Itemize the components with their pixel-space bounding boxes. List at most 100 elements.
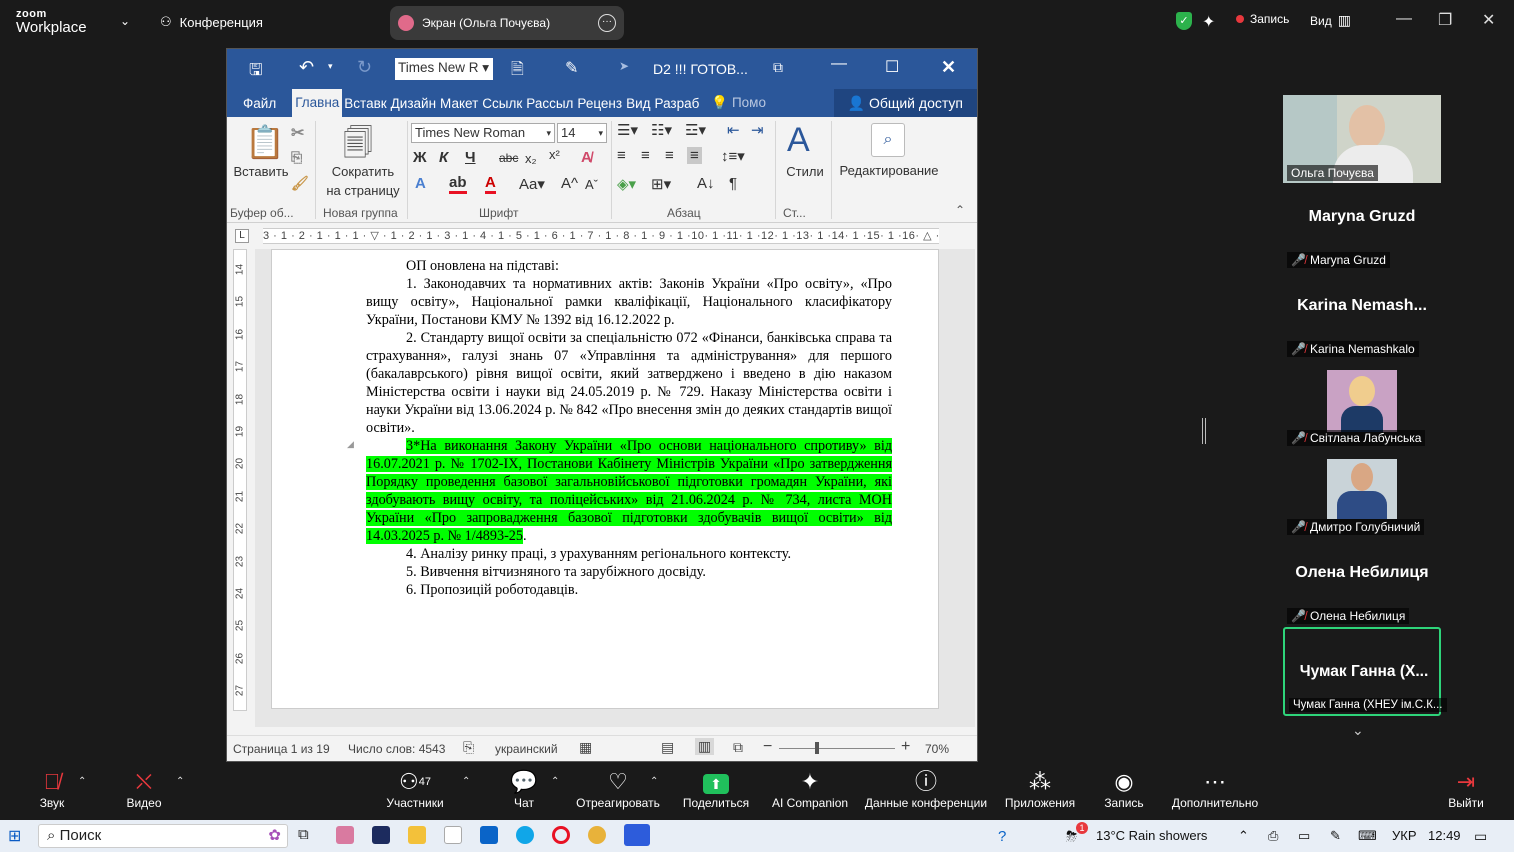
font-color-icon[interactable]: A — [485, 175, 496, 194]
increase-indent-icon[interactable]: ⇥ — [751, 121, 764, 139]
terminal-icon[interactable] — [372, 826, 390, 844]
share-button[interactable]: 👤 Общий доступ — [833, 89, 977, 117]
audio-button[interactable]: 🎙̸ Звук — [36, 768, 68, 810]
copy-icon[interactable]: ⎘ — [291, 149, 302, 166]
copilot-icon[interactable] — [336, 826, 354, 844]
video-options-icon[interactable]: ⌃ — [176, 776, 184, 787]
line-spacing-icon[interactable]: ↕≡▾ — [721, 147, 745, 165]
align-center-icon[interactable]: ≡ — [641, 147, 650, 164]
search-icon[interactable]: ⌕ — [871, 123, 905, 157]
paste-button[interactable]: Вставить — [231, 164, 291, 179]
language[interactable]: украинский — [495, 742, 558, 756]
change-case-icon[interactable]: Aa▾ — [519, 175, 545, 193]
editing-button[interactable]: Редактирование — [833, 163, 945, 178]
clear-format-icon[interactable]: A̸ — [581, 149, 592, 166]
bold-icon[interactable]: Ж — [413, 149, 427, 166]
horizontal-ruler[interactable]: 3 · 1 · 2 · 1 · 1 · 1 · ▽ · 1 · 2 · 1 · … — [263, 228, 939, 244]
tab-help[interactable]: 💡 Помо — [701, 95, 768, 111]
shrink-font-icon[interactable]: Aˇ — [585, 177, 598, 192]
tray-expand-icon[interactable]: ⌃ — [1238, 828, 1249, 844]
sort-icon[interactable]: A↓ — [697, 175, 715, 192]
bullets-icon[interactable]: ☰▾ — [617, 121, 638, 139]
paste-icon[interactable]: 📋 — [245, 123, 285, 161]
leave-button[interactable]: ⇥ Выйти — [1448, 768, 1484, 810]
multilevel-icon[interactable]: ☲▾ — [685, 121, 706, 139]
font-family-select[interactable]: Times New Roman ▾ — [411, 123, 555, 143]
zoom-in-icon[interactable]: + — [901, 738, 910, 756]
record-indicator[interactable]: Запись — [1236, 12, 1289, 26]
numbering-icon[interactable]: ☷▾ — [651, 121, 672, 139]
sparkle-icon[interactable]: ✦ — [1202, 12, 1215, 32]
tab-file[interactable]: Файл — [227, 96, 292, 111]
shrink-button[interactable]: Сократить — [319, 164, 407, 179]
styles-icon[interactable]: A — [787, 121, 810, 160]
opera-icon[interactable] — [552, 826, 570, 844]
record-button[interactable]: ◉ Запись — [1104, 768, 1144, 810]
accessibility-icon[interactable]: ▦ — [579, 739, 592, 756]
security-icon[interactable]: ✓ — [1176, 12, 1192, 30]
share-screen-button[interactable]: ⬆ Поделиться — [682, 768, 750, 810]
meeting-info-button[interactable]: ⓘ Данные конференции — [864, 768, 988, 810]
pilcrow-icon[interactable]: ¶ — [729, 175, 737, 192]
task-view-icon[interactable]: ⧉ — [298, 826, 316, 844]
skype-icon[interactable] — [516, 826, 534, 844]
vertical-ruler[interactable]: 14 15 16 17 18 19 20 21 22 23 24 25 26 27 — [233, 249, 247, 711]
chrome-icon[interactable] — [588, 826, 606, 844]
restore-icon[interactable]: ❐ — [1438, 10, 1452, 30]
shading-icon[interactable]: ◈▾ — [617, 175, 636, 193]
align-left-icon[interactable]: ≡ — [617, 147, 626, 164]
participant-tile[interactable]: 🎤̸ Світлана Лабунська — [1283, 362, 1441, 448]
borders-icon[interactable]: ⊞▾ — [651, 175, 671, 193]
keyboard-icon[interactable]: ⌨ — [1358, 828, 1377, 844]
redo-icon[interactable]: ↻ — [357, 57, 372, 78]
subscript-icon[interactable]: x₂ — [525, 151, 537, 166]
battery-icon[interactable]: ▭ — [1298, 828, 1310, 844]
page-icon[interactable]: 🗎 — [511, 58, 524, 85]
tab-insert[interactable]: Вставк — [342, 96, 388, 111]
participant-tile[interactable]: Maryna Gruzd 🎤̸ Maryna Gruzd — [1283, 184, 1441, 270]
strikethrough-icon[interactable]: abc — [499, 151, 518, 165]
minimize-icon[interactable]: — — [1396, 10, 1412, 28]
more-button[interactable]: ⋯ Дополнительно — [1170, 768, 1260, 810]
pen-icon[interactable]: ✎ — [1330, 828, 1341, 844]
tab-view[interactable]: Вид — [624, 96, 652, 111]
font-size-select[interactable]: 14 ▾ — [557, 123, 607, 143]
participant-tile[interactable]: Karina Nemash... 🎤̸ Karina Nemashkalo — [1283, 273, 1441, 359]
align-right-icon[interactable]: ≡ — [665, 147, 674, 164]
tab-stop-icon[interactable]: L — [235, 229, 249, 243]
font-name-box[interactable]: Times New R ▾ — [395, 58, 493, 80]
apps-button[interactable]: ⁂ Приложения — [1004, 768, 1076, 810]
word-minimize-icon[interactable]: — — [831, 55, 847, 73]
text-effects-icon[interactable]: A — [415, 175, 426, 192]
word-close-icon[interactable]: ✕ — [941, 57, 956, 78]
ai-companion-button[interactable]: ✦ AI Companion — [772, 768, 848, 810]
ribbon-display-icon[interactable]: ⧉ — [773, 59, 783, 76]
camera-tray-icon[interactable]: ⎙ — [1268, 828, 1278, 844]
notepad-icon[interactable] — [444, 826, 462, 844]
highlight-icon[interactable]: ab — [449, 175, 467, 194]
tab-home[interactable]: Главна — [292, 89, 343, 117]
react-options-icon[interactable]: ⌃ — [650, 776, 658, 787]
weather-text[interactable]: 13°C Rain showers — [1096, 828, 1207, 843]
superscript-icon[interactable]: x² — [549, 147, 560, 162]
styles-button[interactable]: Стили — [779, 164, 831, 179]
document-text[interactable]: ОП оновлена на підставі: 1. Законодавчих… — [366, 257, 892, 599]
italic-icon[interactable]: К — [439, 149, 448, 166]
decrease-indent-icon[interactable]: ⇤ — [727, 121, 740, 139]
word-count[interactable]: Число слов: 4543 — [348, 742, 445, 756]
file-explorer-icon[interactable] — [408, 826, 426, 844]
video-button[interactable]: ⛌ Видео — [124, 768, 164, 810]
screen-share-pill[interactable]: Экран (Ольга Почуєва) ··· — [390, 6, 624, 40]
cut-icon[interactable]: ✂ — [291, 123, 304, 143]
print-layout-icon[interactable]: ▥ — [695, 738, 715, 755]
panel-resize-handle[interactable] — [1202, 418, 1206, 444]
participant-tile[interactable]: Олена Небилиця 🎤̸ Олена Небилиця — [1283, 540, 1441, 626]
justify-icon[interactable]: ≡ — [687, 147, 702, 164]
web-layout-icon[interactable]: ⧉ — [733, 739, 743, 756]
word-maximize-icon[interactable]: ☐ — [885, 57, 899, 77]
tab-design[interactable]: Дизайн — [389, 96, 438, 111]
proofing-icon[interactable]: ⎘ — [463, 739, 474, 756]
input-language[interactable]: УКР — [1392, 828, 1417, 843]
underline-icon[interactable]: Ч — [465, 149, 476, 166]
chevron-down-icon[interactable]: ⌄ — [120, 14, 130, 28]
